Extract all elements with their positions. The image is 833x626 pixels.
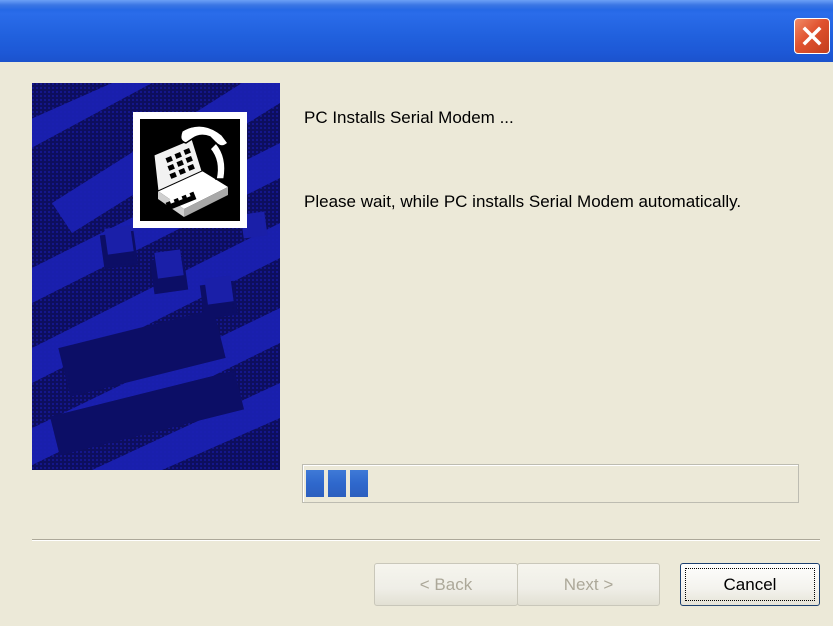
setup-dialog: PC Installs Serial Modem ... Please wait…: [0, 0, 833, 626]
next-button[interactable]: Next >: [517, 563, 660, 606]
cancel-button[interactable]: Cancel: [680, 563, 820, 606]
progress-fill: [306, 470, 368, 497]
back-button[interactable]: < Back: [374, 563, 518, 606]
progress-block: [306, 470, 324, 497]
cancel-button-label: Cancel: [723, 574, 777, 594]
footer-divider: [32, 539, 820, 541]
next-button-label: Next >: [563, 574, 614, 594]
close-button[interactable]: [794, 18, 830, 54]
close-icon: [801, 25, 823, 47]
progress-block: [350, 470, 368, 497]
title-bar[interactable]: [0, 0, 833, 62]
install-heading: PC Installs Serial Modem ...: [304, 108, 514, 127]
back-button-label: < Back: [419, 574, 473, 594]
progress-bar: [302, 464, 799, 503]
progress-block: [328, 470, 346, 497]
telephone-icon: [133, 112, 247, 228]
wizard-side-image: [32, 83, 280, 470]
install-message: Please wait, while PC installs Serial Mo…: [304, 192, 742, 211]
